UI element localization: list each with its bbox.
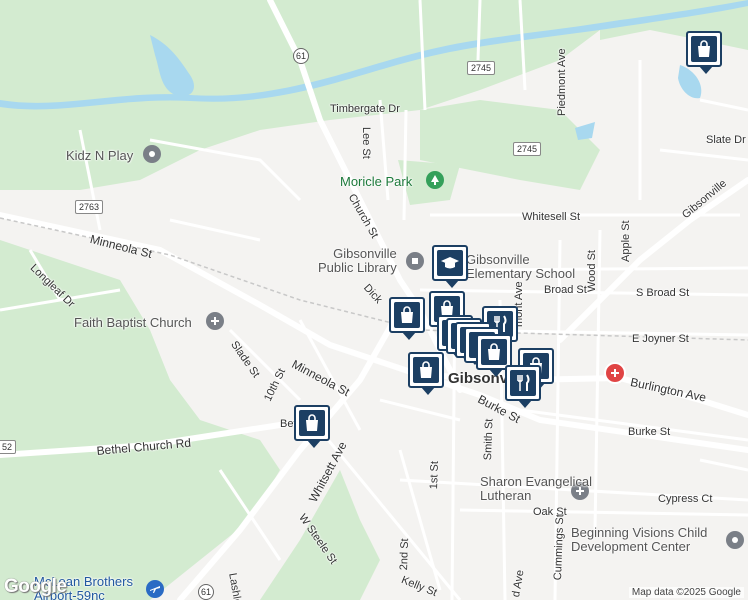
street-label: Cypress Ct <box>658 493 713 505</box>
building-icon[interactable] <box>726 531 744 549</box>
street-label: Apple St <box>620 220 632 262</box>
street-label: Wood St <box>586 250 598 292</box>
street-label: Smith St <box>482 418 496 461</box>
street-label: Burke St <box>628 426 671 438</box>
street-label: 2nd St <box>398 538 412 571</box>
place-label-beginning-visions[interactable]: Beginning Visions Child Development Cent… <box>571 526 707 554</box>
building-icon[interactable] <box>143 145 161 163</box>
route-52-shield: 52 <box>0 440 17 454</box>
park-icon[interactable] <box>426 171 444 189</box>
library-icon[interactable] <box>406 252 424 270</box>
place-label-moricle-park[interactable]: Moricle Park <box>340 174 412 189</box>
street-label: Cummings St <box>552 514 567 581</box>
fork-knife-icon <box>517 374 530 391</box>
shopping-marker[interactable] <box>686 31 722 74</box>
shopping-marker[interactable] <box>408 352 444 395</box>
map-attribution[interactable]: Map data ©2025 Google <box>628 587 744 598</box>
street-label: Slate Dr <box>706 134 746 146</box>
route-2763-shield: 2763 <box>75 200 104 214</box>
shopping-marker[interactable] <box>294 405 330 448</box>
shopping-marker[interactable] <box>389 297 425 340</box>
shopping-bag-icon <box>698 40 710 57</box>
school-marker[interactable] <box>432 245 468 288</box>
google-logo[interactable]: Google <box>4 576 67 598</box>
street-label: Broad St <box>544 284 587 296</box>
street-label: Piedmont Ave <box>556 48 568 116</box>
route-61-shield: 61 <box>198 584 214 600</box>
place-label-elementary-school[interactable]: Gibsonville Elementary School <box>466 253 575 281</box>
restaurant-marker[interactable] <box>505 365 541 408</box>
place-label-library[interactable]: Gibsonville Public Library <box>318 247 397 275</box>
street-label: Lee St <box>360 127 372 159</box>
route-2745-shield: 2745 <box>467 61 496 75</box>
route-2745-shield: 2745 <box>513 142 542 156</box>
airport-icon[interactable] <box>146 580 164 598</box>
place-label-sharon-lutheran[interactable]: Sharon Evangelical Lutheran <box>480 475 592 503</box>
street-label: 1st St <box>428 460 441 490</box>
hospital-icon[interactable] <box>604 362 626 384</box>
route-61-shield: 61 <box>293 48 309 64</box>
shopping-bag-icon <box>420 361 432 378</box>
street-label: E Joyner St <box>632 333 689 345</box>
street-label: Whitesell St <box>522 211 581 223</box>
map-canvas[interactable]: 61 2745 2745 2763 52 61 Timbergate Dr Le… <box>0 0 748 600</box>
shopping-bag-icon <box>306 414 318 431</box>
graduation-cap-icon <box>441 257 459 269</box>
church-icon[interactable] <box>206 312 224 330</box>
place-label-kidz-n-play[interactable]: Kidz N Play <box>66 148 133 163</box>
place-label-faith-baptist[interactable]: Faith Baptist Church <box>74 315 192 330</box>
shopping-bag-icon <box>488 343 500 360</box>
street-label: S Broad St <box>636 287 690 299</box>
shopping-bag-icon <box>401 306 413 323</box>
street-label: Timbergate Dr <box>330 103 400 115</box>
